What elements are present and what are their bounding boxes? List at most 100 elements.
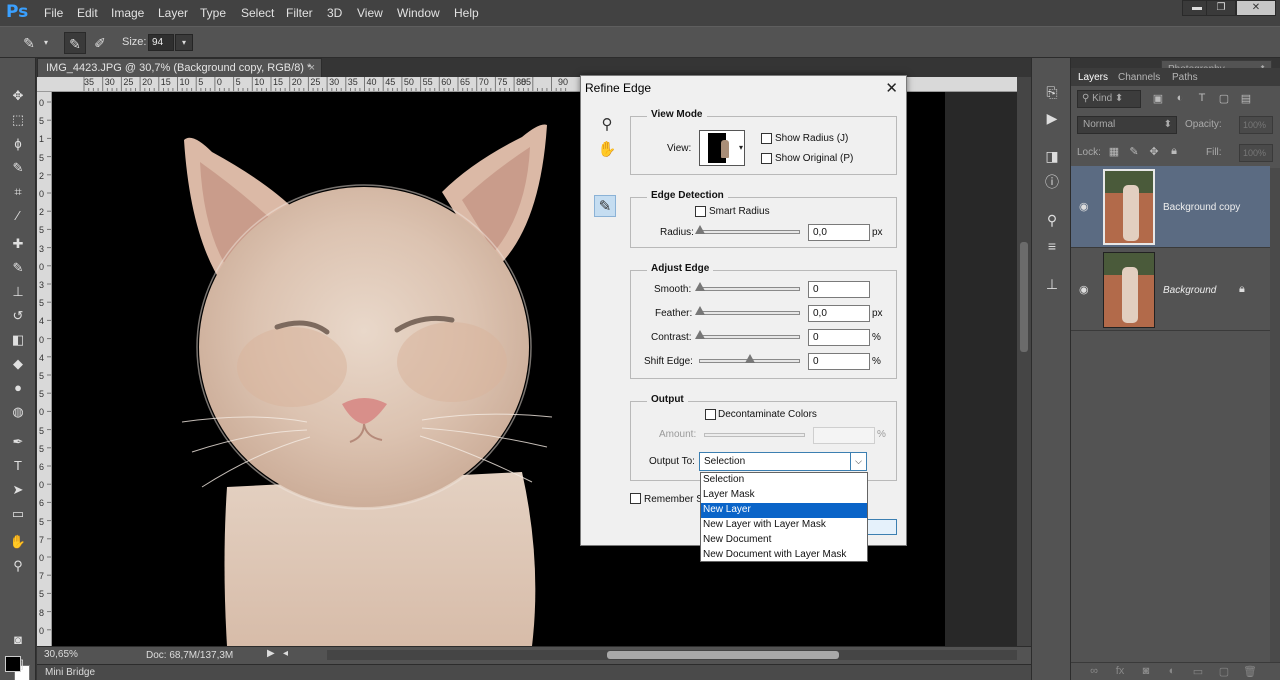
feather-slider-knob[interactable] bbox=[695, 306, 705, 315]
mini-bridge-tab[interactable]: Mini Bridge bbox=[37, 664, 1031, 680]
refine-radius-tool-icon[interactable]: ✎ bbox=[64, 32, 86, 54]
tab-paths[interactable]: Paths bbox=[1172, 72, 1198, 83]
eye-icon[interactable]: ◉ bbox=[1079, 200, 1089, 213]
panel-scrollbar[interactable] bbox=[1270, 168, 1280, 662]
chevron-down-icon[interactable]: ▾ bbox=[40, 32, 52, 54]
scroll-left-arrow-icon[interactable]: ◂ bbox=[283, 648, 288, 659]
menu-layer[interactable]: Layer bbox=[158, 6, 188, 20]
rectangle-tool-icon[interactable]: ▭ bbox=[7, 504, 29, 524]
show-original-checkbox[interactable] bbox=[761, 153, 772, 164]
layer-row-background-copy[interactable]: ◉ Background copy bbox=[1071, 166, 1270, 248]
blur-tool-icon[interactable]: ● bbox=[7, 378, 29, 398]
hand-tool-icon[interactable]: ✋ bbox=[596, 139, 618, 161]
brush-panel-icon[interactable]: ⚲ bbox=[1041, 210, 1063, 230]
close-icon[interactable]: ✕ bbox=[885, 79, 898, 97]
menu-image[interactable]: Image bbox=[111, 6, 144, 20]
lock-pixels-icon[interactable]: ✎ bbox=[1127, 145, 1141, 159]
path-selection-tool-icon[interactable]: ➤ bbox=[7, 480, 29, 500]
contrast-slider[interactable] bbox=[699, 335, 800, 339]
feather-slider[interactable] bbox=[699, 311, 800, 315]
foreground-color-swatch[interactable] bbox=[5, 656, 21, 672]
pen-tool-icon[interactable]: ✒ bbox=[7, 432, 29, 452]
properties-panel-icon[interactable]: ◨ bbox=[1041, 146, 1063, 166]
tab-channels[interactable]: Channels bbox=[1118, 72, 1160, 83]
history-panel-icon[interactable]: ⎘ bbox=[1041, 82, 1063, 102]
clone-source-icon[interactable]: ⊥ bbox=[1041, 274, 1063, 294]
feather-input[interactable]: 0,0 bbox=[808, 305, 870, 322]
option-selection[interactable]: Selection bbox=[701, 473, 867, 488]
fill-input[interactable]: 100% bbox=[1239, 144, 1273, 162]
paint-bucket-tool-icon[interactable]: ◆ bbox=[7, 354, 29, 374]
radius-slider[interactable] bbox=[699, 230, 800, 234]
show-radius-checkbox[interactable] bbox=[761, 133, 772, 144]
lasso-tool-icon[interactable]: ϕ bbox=[7, 134, 29, 154]
blend-mode-select[interactable]: Normal ⬍ bbox=[1077, 116, 1177, 134]
close-window-button[interactable]: ✕ bbox=[1236, 0, 1276, 16]
crop-tool-icon[interactable]: ⌗ bbox=[7, 182, 29, 202]
new-group-icon[interactable]: ▭ bbox=[1191, 665, 1205, 679]
menu-type[interactable]: Type bbox=[200, 6, 226, 20]
remember-settings-checkbox[interactable] bbox=[630, 493, 641, 504]
eraser-tool-icon[interactable]: ◧ bbox=[7, 330, 29, 350]
size-input[interactable]: 94 bbox=[148, 34, 174, 51]
eyedropper-tool-icon[interactable]: ⁄ bbox=[7, 206, 29, 226]
actions-panel-icon[interactable]: ▶ bbox=[1041, 108, 1063, 128]
radius-slider-knob[interactable] bbox=[695, 225, 705, 234]
scrollbar-thumb[interactable] bbox=[607, 651, 839, 659]
lock-all-icon[interactable]: 🔒︎ bbox=[1167, 145, 1181, 159]
shape-filter-icon[interactable]: ▢ bbox=[1217, 92, 1231, 106]
zoom-tool-icon[interactable]: ⚲ bbox=[7, 556, 29, 576]
kind-filter-select[interactable]: ⚲ Kind ⬍ bbox=[1077, 90, 1141, 108]
radius-input[interactable]: 0,0 bbox=[808, 224, 870, 241]
menu-3d[interactable]: 3D bbox=[327, 6, 342, 20]
healing-brush-tool-icon[interactable]: ✚ bbox=[7, 234, 29, 254]
brush-preset-icon[interactable]: ✎ bbox=[18, 32, 40, 54]
vertical-scrollbar[interactable] bbox=[1017, 77, 1031, 646]
menu-select[interactable]: Select bbox=[241, 6, 274, 20]
smooth-input[interactable]: 0 bbox=[808, 281, 870, 298]
status-menu-arrow-icon[interactable]: ▶ bbox=[267, 648, 275, 659]
decontaminate-checkbox[interactable] bbox=[705, 409, 716, 420]
size-dropdown-button[interactable]: ▾ bbox=[175, 34, 193, 51]
scrollbar-thumb[interactable] bbox=[1020, 242, 1028, 352]
zoom-tool-icon[interactable]: ⚲ bbox=[596, 114, 618, 136]
opacity-input[interactable]: 100% bbox=[1239, 116, 1273, 134]
info-panel-icon[interactable]: ⓘ bbox=[1041, 172, 1063, 192]
menu-help[interactable]: Help bbox=[454, 6, 479, 20]
link-layers-icon[interactable]: ∞ bbox=[1087, 665, 1101, 679]
menu-filter[interactable]: Filter bbox=[286, 6, 313, 20]
quick-selection-tool-icon[interactable]: ✎ bbox=[7, 158, 29, 178]
view-mode-picker[interactable]: ▾ bbox=[699, 130, 745, 166]
adjustment-filter-icon[interactable]: ◐ bbox=[1173, 92, 1187, 106]
pixel-filter-icon[interactable]: ▣ bbox=[1151, 92, 1165, 106]
output-to-select[interactable]: Selection ⌵ bbox=[699, 452, 867, 471]
new-layer-icon[interactable]: ▢ bbox=[1217, 665, 1231, 679]
chevron-down-icon[interactable]: ⌵ bbox=[850, 453, 866, 470]
option-new-document[interactable]: New Document bbox=[701, 533, 867, 548]
menu-edit[interactable]: Edit bbox=[77, 6, 98, 20]
option-layer-mask[interactable]: Layer Mask bbox=[701, 488, 867, 503]
fx-icon[interactable]: fx bbox=[1113, 665, 1127, 679]
lock-position-icon[interactable]: ✥ bbox=[1147, 145, 1161, 159]
smart-object-filter-icon[interactable]: ▤ bbox=[1239, 92, 1253, 106]
brush-presets-icon[interactable]: ≡ bbox=[1041, 236, 1063, 256]
option-new-document-with-mask[interactable]: New Document with Layer Mask bbox=[701, 548, 867, 563]
smooth-slider-knob[interactable] bbox=[695, 282, 705, 291]
brush-tool-icon[interactable]: ✎ bbox=[7, 258, 29, 278]
restore-button[interactable]: ❐ bbox=[1206, 0, 1236, 16]
shift-edge-slider-knob[interactable] bbox=[745, 354, 755, 363]
erase-refinements-tool-icon[interactable]: ✐ bbox=[89, 32, 111, 54]
zoom-level[interactable]: 30,65% bbox=[44, 649, 78, 660]
contrast-input[interactable]: 0 bbox=[808, 329, 870, 346]
adjustment-layer-icon[interactable]: ◐ bbox=[1165, 665, 1179, 679]
eye-icon[interactable]: ◉ bbox=[1079, 283, 1089, 296]
refine-radius-tool-icon[interactable]: ✎ bbox=[594, 195, 616, 217]
layer-row-background[interactable]: ◉ Background 🔒︎ bbox=[1071, 249, 1270, 331]
menu-window[interactable]: Window bbox=[397, 6, 440, 20]
lock-transparent-icon[interactable]: ▦ bbox=[1107, 145, 1121, 159]
menu-file[interactable]: File bbox=[44, 6, 63, 20]
option-new-layer-with-mask[interactable]: New Layer with Layer Mask bbox=[701, 518, 867, 533]
add-mask-icon[interactable]: ◙ bbox=[1139, 665, 1153, 679]
clone-stamp-tool-icon[interactable]: ⊥ bbox=[7, 282, 29, 302]
document-tab[interactable]: IMG_4423.JPG @ 30,7% (Background copy, R… bbox=[37, 58, 322, 77]
